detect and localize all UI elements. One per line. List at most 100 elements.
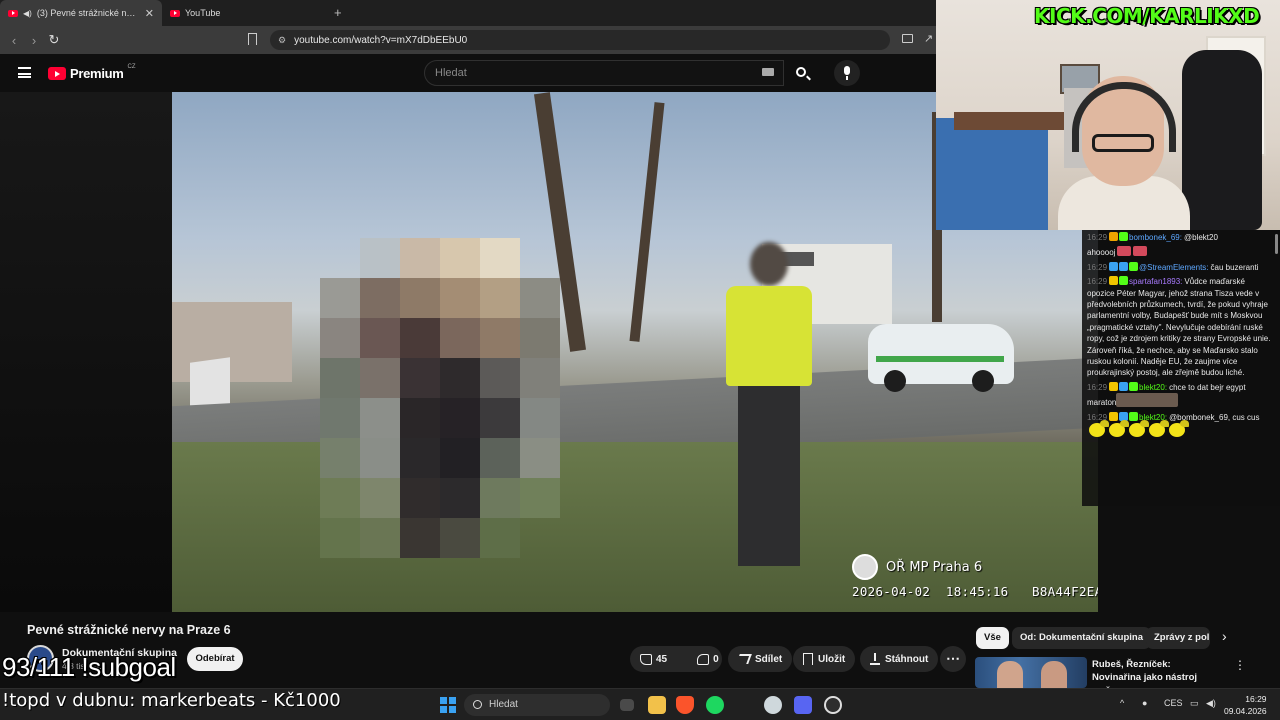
- police-car: [868, 324, 1014, 392]
- pixel: [480, 238, 520, 278]
- share-page-icon[interactable]: ↗: [924, 32, 933, 45]
- pixel: [400, 358, 440, 398]
- chat-timestamp: 16:29: [1087, 277, 1108, 287]
- tab-title: (3) Pevné strážnické nervy na: [36, 8, 140, 18]
- volume-icon[interactable]: ◀): [1206, 698, 1216, 709]
- smiley-emote-icon: [1109, 420, 1129, 438]
- video-player[interactable]: OŘ MP Praha 6 2026-04-02 18:45:16 B8A44F…: [0, 92, 1098, 612]
- pixel: [440, 518, 480, 558]
- pixel: [440, 238, 480, 278]
- tab-video[interactable]: ◀) (3) Pevné strážnické nervy na ✕: [0, 0, 162, 26]
- new-tab-button[interactable]: +: [324, 0, 352, 26]
- network-icon[interactable]: ▭: [1190, 698, 1199, 709]
- url-text: youtube.com/watch?v=mX7dDbEEbU0: [294, 34, 468, 46]
- language-indicator[interactable]: CES: [1164, 698, 1183, 708]
- microphone-icon[interactable]: ●: [1142, 698, 1147, 708]
- dislike-button[interactable]: 0: [687, 646, 729, 672]
- chat-timestamp: 16:29: [1087, 382, 1108, 392]
- reload-icon[interactable]: ↻: [44, 32, 64, 48]
- chat-badge-icon: [1119, 232, 1129, 241]
- save-button[interactable]: Uložit: [793, 646, 856, 672]
- chat-username[interactable]: blekt20:: [1139, 383, 1167, 392]
- search-input[interactable]: Hledat: [424, 60, 784, 86]
- chat-badge-icon: [1109, 261, 1119, 271]
- chat-username[interactable]: @StreamElements:: [1139, 263, 1208, 272]
- more-actions-button[interactable]: ⋯: [940, 646, 966, 672]
- taskbar-search[interactable]: Hledat: [464, 694, 610, 716]
- pixel: [360, 238, 400, 278]
- pixel: [560, 438, 600, 478]
- video-letterbox: [0, 92, 172, 612]
- back-icon[interactable]: ‹: [4, 33, 24, 48]
- spotify-icon[interactable]: [706, 696, 724, 714]
- pixel: [320, 518, 360, 558]
- chat-text: čau buzeranti: [1210, 262, 1259, 272]
- pixel: [320, 398, 360, 438]
- pixel: [480, 278, 520, 318]
- pixel: [320, 278, 360, 318]
- brave-browser-icon[interactable]: [676, 696, 694, 714]
- chat-badge-icon: [1119, 261, 1129, 271]
- thumbs-down-icon: [697, 653, 710, 665]
- stream-chat: 16:29 bombonek_69: @blekt20 ahooooj 16:29 @St…: [1082, 230, 1280, 506]
- chat-emote-icon: [1133, 246, 1148, 257]
- forward-icon[interactable]: ›: [24, 33, 44, 48]
- like-button[interactable]: 45: [630, 646, 677, 672]
- chat-message: 16:29 @StreamElements: čau buzeranti: [1087, 261, 1274, 273]
- tab-youtube[interactable]: YouTube: [162, 0, 324, 26]
- tab-title: YouTube: [185, 8, 221, 18]
- pixel: [520, 278, 560, 318]
- subscribe-button[interactable]: Odebírat: [187, 647, 243, 671]
- taskbar-clock[interactable]: 16:29 09.04.2026: [1224, 693, 1267, 717]
- url-field[interactable]: ⚙ youtube.com/watch?v=mX7dDbEEbU0: [270, 30, 890, 50]
- video-title: Pevné strážnické nervy na Praze 6: [27, 623, 231, 637]
- obs-icon[interactable]: [824, 696, 842, 714]
- pixel: [520, 318, 560, 358]
- pixel: [480, 478, 520, 518]
- pixel: [560, 478, 600, 518]
- pixel: [440, 278, 480, 318]
- pixel: [560, 398, 600, 438]
- share-button[interactable]: Sdílet: [728, 646, 793, 672]
- more-vert-icon[interactable]: ⋮: [1234, 658, 1246, 672]
- pixel: [400, 238, 440, 278]
- discord-icon[interactable]: [794, 696, 812, 714]
- recommended-video-thumbnail[interactable]: [975, 657, 1087, 688]
- task-view-icon[interactable]: [620, 699, 634, 711]
- tray-chevron-icon[interactable]: ^: [1120, 698, 1124, 708]
- cast-icon[interactable]: [902, 34, 913, 43]
- voice-search-icon[interactable]: [834, 60, 860, 86]
- bookmark-icon[interactable]: [248, 33, 257, 45]
- download-button[interactable]: Stáhnout: [860, 646, 939, 672]
- search-button[interactable]: [786, 60, 820, 86]
- windows-start-icon[interactable]: [440, 697, 456, 713]
- site-info-icon[interactable]: ⚙: [278, 35, 286, 46]
- chip-from-channel[interactable]: Od: Dokumentační skupina: [1012, 627, 1151, 649]
- chat-emote-icon: [1116, 393, 1179, 408]
- speaker-icon: ◀): [23, 8, 32, 18]
- car-stripe: [876, 356, 1004, 362]
- chat-message: 16:29 blekt20: @bombonek_69, cus cus: [1087, 411, 1274, 438]
- chevron-right-icon[interactable]: ›: [1222, 628, 1227, 644]
- chip-all[interactable]: Vše: [976, 627, 1009, 649]
- file-explorer-icon[interactable]: [648, 696, 666, 714]
- pixel: [360, 478, 400, 518]
- pixel: [440, 358, 480, 398]
- keyboard-icon[interactable]: [762, 68, 774, 76]
- menu-icon[interactable]: [18, 67, 31, 78]
- youtube-logo[interactable]: Premium CZ: [48, 64, 136, 81]
- browser-icon[interactable]: [764, 696, 782, 714]
- webcam-bed: [936, 118, 1048, 230]
- tab-close-icon[interactable]: ✕: [145, 7, 154, 20]
- pixel: [560, 358, 600, 398]
- chat-scrollbar[interactable]: [1275, 234, 1278, 254]
- officer-legs: [738, 386, 800, 566]
- thumbnail-person: [997, 661, 1023, 688]
- chat-username[interactable]: spartafan1893:: [1129, 277, 1182, 286]
- chat-message: 16:29 blekt20: chce to dat bejr egypt mara…: [1087, 381, 1274, 409]
- pixel: [520, 358, 560, 398]
- chat-username[interactable]: bombonek_69:: [1129, 233, 1182, 242]
- logo-text: Premium: [70, 66, 124, 81]
- chip-news[interactable]: Zprávy z pol: [1146, 627, 1210, 649]
- pixel: [560, 238, 600, 278]
